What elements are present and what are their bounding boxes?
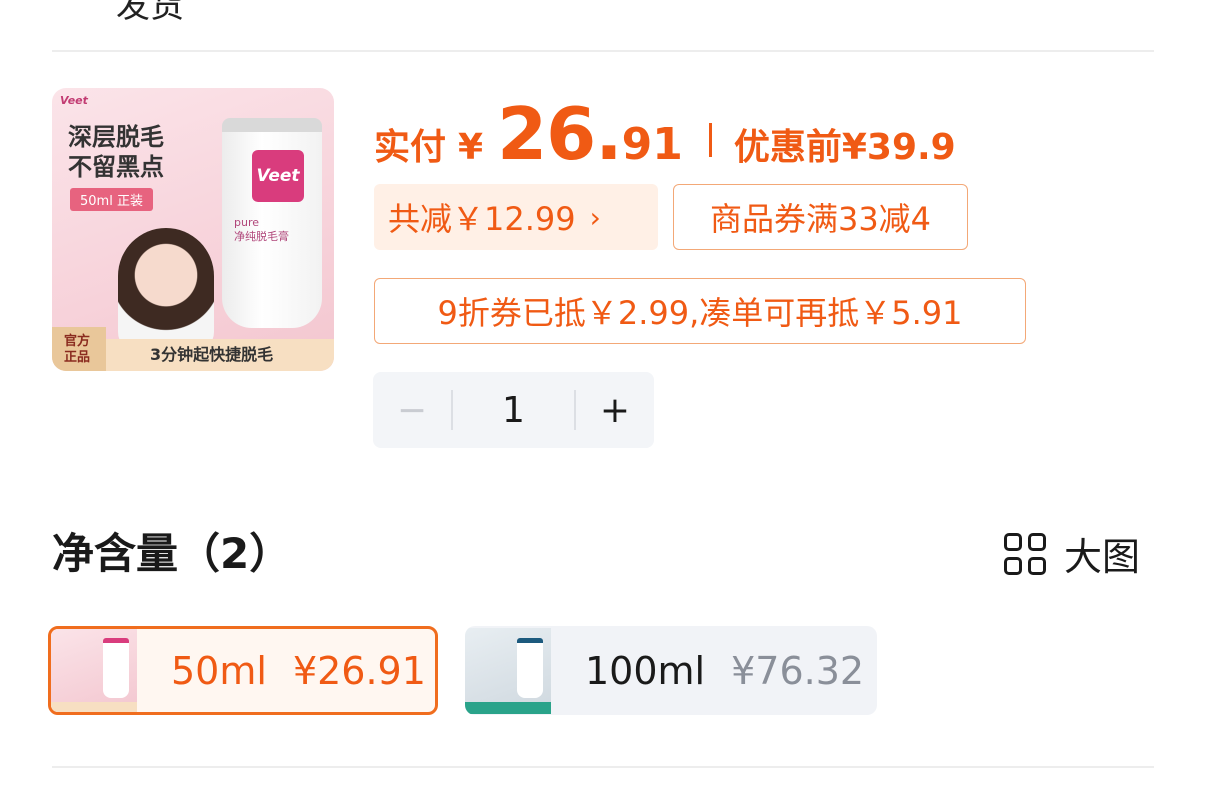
option-size: 50ml [171,648,267,693]
option-thumbnail [51,629,137,712]
quantity-stepper: − 1 + [373,372,654,448]
option-price: ¥76.32 [731,648,865,693]
tube-label: pure 净纯脱毛膏 [234,216,289,243]
coupon-chip: 商品券满33减4 [673,184,968,250]
mini-tube [517,637,543,698]
option-price: ¥26.91 [292,648,426,693]
product-slogan: 3分钟起快捷脱毛 [150,345,274,364]
currency-symbol: ¥ [458,127,484,168]
size-tag: 50ml 正装 [70,188,153,211]
quantity-value[interactable]: 1 [453,390,574,431]
mini-tube [103,637,129,698]
option-thumbnail [465,627,551,714]
net-content-title: 净含量（2） [52,529,292,578]
total-discount-chip[interactable]: 共减￥12.99 › [374,184,658,250]
shipping-label-partial: 发货 [116,0,184,26]
brand-logo: Veet [252,150,304,202]
price-row: 实付 ¥ 26. 91 优惠前¥39.9 [374,92,956,176]
product-tube: Veet pure 净纯脱毛膏 [222,118,322,328]
big-view-label: 大图 [1064,535,1141,579]
brand-logo-small: Veet [60,94,88,107]
price-separator [708,123,712,157]
paid-label: 实付 [374,127,447,168]
option-100ml[interactable]: 100ml ¥76.32 [465,626,877,715]
headline-line-2: 不留黑点 [68,153,164,181]
price-before-discount: 优惠前¥39.9 [733,127,956,168]
discount-chip: 9折券已抵￥2.99,凑单可再抵￥5.91 [374,278,1026,344]
option-50ml[interactable]: 50ml ¥26.91 [48,626,438,715]
total-discount-text: 共减￥12.99 [388,200,576,238]
chevron-right-icon: › [589,200,601,234]
product-headline: 深层脱毛 不留黑点 [68,122,164,182]
increase-button[interactable]: + [576,390,654,431]
big-view-toggle[interactable]: 大图 [1004,526,1140,581]
mini-strip [51,701,137,712]
grid-icon [1004,532,1046,575]
decrease-button[interactable]: − [373,390,451,431]
top-divider [52,50,1154,52]
price-integer: 26. [497,92,623,176]
headline-line-1: 深层脱毛 [68,123,164,151]
price-decimal: 91 [621,119,683,170]
product-image[interactable]: Veet 深层脱毛 不留黑点 50ml 正装 Veet pure 净纯脱毛膏 官… [52,88,334,371]
mini-strip [465,701,551,714]
official-badge: 官方 正品 [52,327,106,371]
bottom-divider [52,766,1154,768]
option-size: 100ml [585,648,706,693]
model-figure [118,228,214,352]
